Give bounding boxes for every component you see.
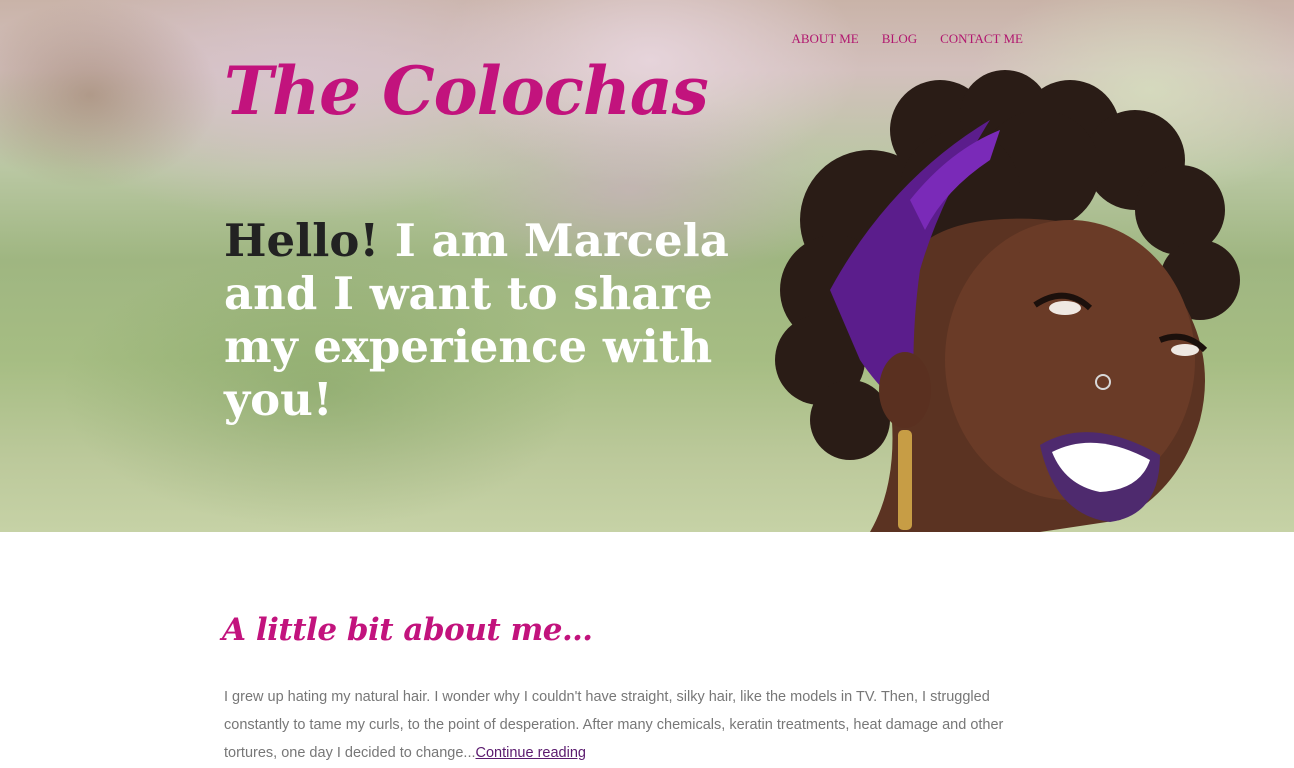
hero-heading: Hello! I am Marcela and I want to share …: [224, 214, 784, 426]
about-paragraph: I grew up hating my natural hair. I wond…: [224, 689, 1004, 761]
nav-contact-me[interactable]: CONTACT ME: [940, 31, 1023, 47]
hero-banner: ABOUT ME BLOG CONTACT ME The Colochas He…: [0, 0, 1294, 532]
site-title[interactable]: The Colochas: [224, 58, 709, 124]
about-heading: A little bit about me…: [222, 612, 593, 648]
nav-about-me[interactable]: ABOUT ME: [791, 31, 858, 47]
continue-reading-link[interactable]: Continue reading: [476, 745, 586, 761]
nav-blog[interactable]: BLOG: [882, 31, 917, 47]
about-text: I grew up hating my natural hair. I wond…: [224, 683, 1004, 767]
hero-hello: Hello!: [224, 214, 380, 267]
main-nav: ABOUT ME BLOG CONTACT ME: [768, 31, 1023, 47]
background-blur: [0, 0, 220, 190]
hero-portrait-image: [740, 60, 1260, 532]
